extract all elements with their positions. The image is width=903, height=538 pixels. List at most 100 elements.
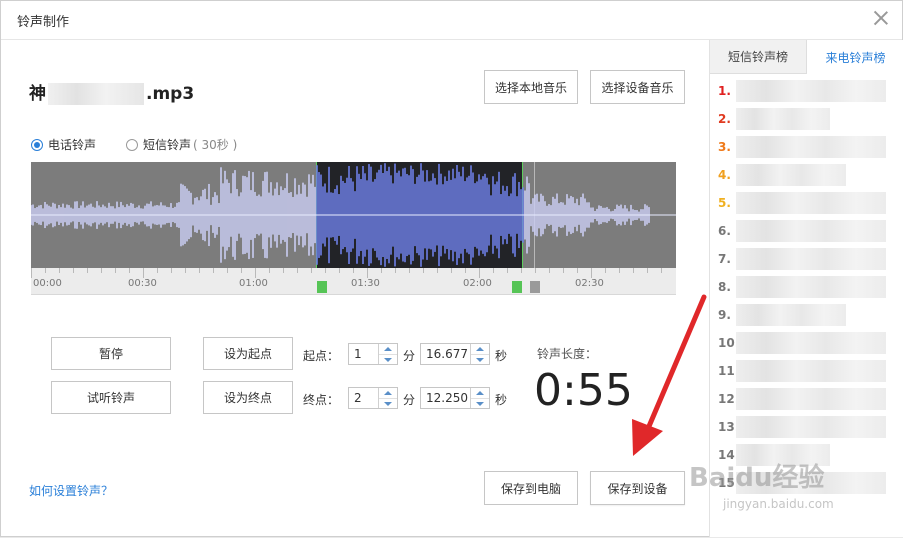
file-name-suffix: .mp3 xyxy=(146,84,195,104)
rank-list-item[interactable]: 1. xyxy=(710,77,903,105)
start-minute-spin[interactable] xyxy=(378,344,397,364)
blurred-song-title xyxy=(736,136,886,158)
save-to-device-button[interactable]: 保存到设备 xyxy=(590,471,685,505)
ringtone-type-group: 电话铃声 短信铃声 ( 30秒 ) xyxy=(31,136,237,153)
timeline-tick xyxy=(647,268,648,273)
end-second-stepper[interactable]: 12.250 xyxy=(420,387,490,409)
how-to-set-ringtone-link[interactable]: 如何设置铃声？ xyxy=(29,482,113,499)
timeline-tick xyxy=(255,268,256,278)
tick-label: 00:30 xyxy=(128,278,157,289)
end-minute-spin[interactable] xyxy=(378,388,397,408)
rank-number: 9. xyxy=(718,308,731,322)
timeline-tick xyxy=(129,268,130,273)
spin-up-icon[interactable] xyxy=(471,388,489,399)
timeline-tick xyxy=(45,268,46,273)
call-ringtone-label[interactable]: 电话铃声 xyxy=(48,136,96,153)
sms-ringtone-radio[interactable] xyxy=(126,138,139,151)
timeline-tick xyxy=(507,268,508,273)
second-unit: 秒 xyxy=(495,349,508,363)
rank-list-item[interactable]: 13. xyxy=(710,413,903,441)
timeline-tick xyxy=(269,268,270,273)
file-name: 神 .mp3 xyxy=(29,79,194,105)
pause-button[interactable]: 暂停 xyxy=(51,337,171,370)
spin-up-icon[interactable] xyxy=(379,388,397,399)
sms-duration-note: ( 30秒 ) xyxy=(193,138,238,152)
rank-list-item[interactable]: 5. xyxy=(710,189,903,217)
end-handle[interactable] xyxy=(512,281,522,293)
rank-number: 2. xyxy=(718,112,731,126)
rank-list-item[interactable]: 2. xyxy=(710,105,903,133)
spin-up-icon[interactable] xyxy=(379,344,397,355)
end-minute-value[interactable]: 2 xyxy=(354,391,362,405)
timeline-ruler[interactable]: 00:00 00:30 01:00 01:30 02:00 02:30 xyxy=(31,268,676,295)
timeline-tick xyxy=(367,268,368,278)
minute-unit: 分 xyxy=(403,349,416,363)
second-unit: 秒 xyxy=(495,393,508,407)
call-ringtone-radio[interactable] xyxy=(31,138,43,151)
rank-list-item[interactable]: 10. xyxy=(710,329,903,357)
blurred-song-title xyxy=(736,388,886,410)
rank-number: 10. xyxy=(718,336,740,350)
start-minute-value[interactable]: 1 xyxy=(354,347,362,361)
rank-number: 7. xyxy=(718,252,731,266)
playhead-handle[interactable] xyxy=(530,281,540,293)
end-label: 终点： xyxy=(303,393,340,407)
rank-list-item[interactable]: 8. xyxy=(710,273,903,301)
tick-label: 02:00 xyxy=(463,278,492,289)
start-second-value[interactable]: 16.677 xyxy=(426,347,468,361)
close-icon[interactable] xyxy=(872,9,890,27)
set-start-button[interactable]: 设为起点 xyxy=(203,337,293,370)
timeline-tick xyxy=(297,268,298,273)
timeline-tick xyxy=(451,268,452,273)
spin-down-icon[interactable] xyxy=(379,399,397,409)
timeline-tick xyxy=(661,268,662,273)
spin-down-icon[interactable] xyxy=(471,399,489,409)
rank-list-item[interactable]: 9. xyxy=(710,301,903,329)
timeline-tick xyxy=(157,268,158,273)
spin-up-icon[interactable] xyxy=(471,344,489,355)
choose-device-music-button[interactable]: 选择设备音乐 xyxy=(590,70,685,104)
start-handle[interactable] xyxy=(317,281,327,293)
timeline-tick xyxy=(549,268,550,273)
rank-list-item[interactable]: 11. xyxy=(710,357,903,385)
timeline-tick xyxy=(87,268,88,273)
spin-down-icon[interactable] xyxy=(379,355,397,365)
timeline-tick xyxy=(493,268,494,273)
start-second-stepper[interactable]: 16.677 xyxy=(420,343,490,365)
rank-list-item[interactable]: 4. xyxy=(710,161,903,189)
preview-ringtone-button[interactable]: 试听铃声 xyxy=(51,381,171,414)
tab-sms-chart[interactable]: 短信铃声榜 xyxy=(710,40,807,74)
waveform-graph xyxy=(31,163,676,267)
end-minute-stepper[interactable]: 2 xyxy=(348,387,398,409)
set-end-button[interactable]: 设为终点 xyxy=(203,381,293,414)
start-second-spin[interactable] xyxy=(470,344,489,364)
timeline-tick xyxy=(325,268,326,273)
rank-list-item[interactable]: 12. xyxy=(710,385,903,413)
end-second-spin[interactable] xyxy=(470,388,489,408)
spin-down-icon[interactable] xyxy=(471,355,489,365)
waveform-view[interactable] xyxy=(31,162,676,268)
timeline-tick xyxy=(213,268,214,273)
rank-number: 13. xyxy=(718,420,740,434)
choose-local-music-button[interactable]: 选择本地音乐 xyxy=(484,70,578,104)
start-minute-stepper[interactable]: 1 xyxy=(348,343,398,365)
baidu-watermark-url: jingyan.baidu.com xyxy=(723,497,834,511)
blurred-song-title xyxy=(736,416,886,438)
end-second-value[interactable]: 12.250 xyxy=(426,391,468,405)
rank-number: 1. xyxy=(718,84,731,98)
blurred-song-title xyxy=(736,248,886,270)
blurred-song-title xyxy=(736,164,846,186)
timeline-tick xyxy=(339,268,340,273)
rank-number: 4. xyxy=(718,168,731,182)
start-label: 起点： xyxy=(303,349,340,363)
tab-call-chart[interactable]: 来电铃声榜 xyxy=(807,40,903,74)
save-to-pc-button[interactable]: 保存到电脑 xyxy=(484,471,578,505)
timeline-tick xyxy=(73,268,74,273)
rank-number: 3. xyxy=(718,140,731,154)
rank-list-item[interactable]: 7. xyxy=(710,245,903,273)
rank-list-item[interactable]: 3. xyxy=(710,133,903,161)
chart-tabs: 短信铃声榜 来电铃声榜 xyxy=(710,40,903,74)
tick-label: 01:30 xyxy=(351,278,380,289)
rank-list-item[interactable]: 6. xyxy=(710,217,903,245)
sms-ringtone-label[interactable]: 短信铃声 xyxy=(143,136,191,153)
